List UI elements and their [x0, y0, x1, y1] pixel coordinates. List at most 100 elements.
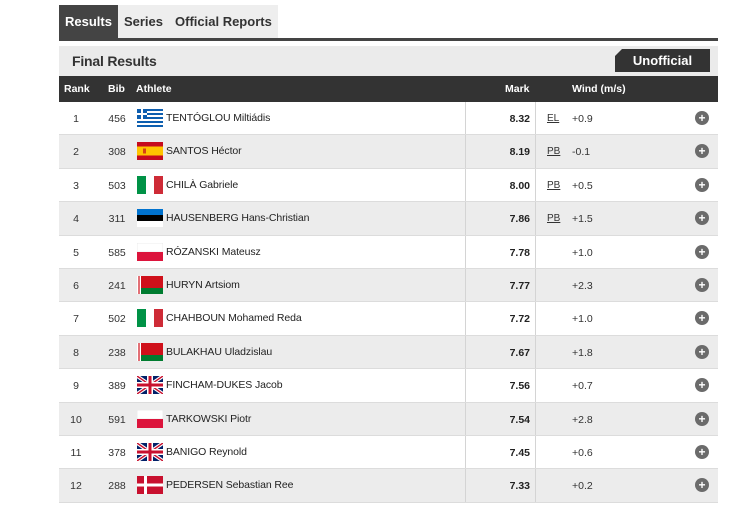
- result-tabs: Results Series Official Reports: [59, 5, 278, 38]
- mark-value: 7.78: [509, 246, 530, 259]
- mark-value: 7.86: [509, 213, 530, 226]
- wind-value: +1.0: [572, 313, 593, 326]
- table-row: 4 311 HAUSENBERG Hans-Christian 7.86 PB +1.5 +: [59, 202, 718, 236]
- mark-value: 8.32: [509, 113, 530, 125]
- record-tag: EL: [547, 113, 560, 124]
- country-flag-icon: [135, 374, 165, 396]
- expand-plus-icon[interactable]: +: [695, 144, 709, 159]
- athlete-name[interactable]: BANIGO Reynold: [166, 446, 247, 458]
- rank-cell: 7: [73, 313, 79, 326]
- rank-cell: 8: [73, 346, 79, 359]
- tab-series[interactable]: Series: [117, 5, 170, 38]
- bib-cell: 311: [108, 213, 126, 226]
- table-row: 1 456 TENTÓGLOU Miltiádis 8.32 EL +0.9 +: [59, 102, 718, 136]
- athlete-name[interactable]: HURYN Artsiom: [166, 279, 240, 291]
- bib-cell: 389: [108, 380, 126, 393]
- wind-value: +0.6: [572, 446, 593, 459]
- col-bib: Bib: [108, 83, 125, 95]
- bib-cell: 378: [108, 446, 126, 459]
- country-flag-icon: [135, 441, 165, 463]
- mark-cell: 7.56: [465, 369, 536, 402]
- wind-value: +2.3: [572, 279, 593, 292]
- mark-cell: 8.32: [465, 102, 536, 135]
- table-row: 10 591 TARKOWSKI Piotr 7.54 +2.8 +: [59, 402, 718, 436]
- wind-value: -0.1: [572, 146, 591, 159]
- record-tag: PB: [547, 179, 561, 191]
- athlete-name[interactable]: CHILÀ Gabriele: [166, 179, 238, 191]
- country-flag-icon: [137, 476, 163, 495]
- wind-value: +0.7: [572, 380, 593, 393]
- tab-results[interactable]: Results: [59, 5, 118, 38]
- rank-cell: 3: [73, 179, 79, 192]
- bib-cell: 585: [108, 246, 126, 259]
- country-flag-icon: [137, 309, 163, 328]
- expand-plus-icon[interactable]: +: [695, 211, 709, 226]
- mark-cell: 7.72: [465, 302, 536, 335]
- athlete-name[interactable]: BULAKHAU Uladzislau: [166, 346, 272, 358]
- table-row: 9 389 FINCHAM-DUKES Jacob 7.56 +0.7 +: [59, 369, 718, 403]
- athlete-name[interactable]: HAUSENBERG Hans-Christian: [166, 212, 309, 224]
- expand-plus-icon[interactable]: +: [695, 244, 709, 259]
- wind-value: +1.8: [572, 346, 593, 359]
- athlete-name[interactable]: RÓZANSKI Mateusz: [166, 246, 261, 258]
- athlete-name[interactable]: FINCHAM-DUKES Jacob: [166, 379, 283, 391]
- bib-cell: 503: [108, 179, 126, 192]
- tab-official-reports[interactable]: Official Reports: [169, 5, 278, 38]
- mark-value: 7.54: [509, 413, 530, 426]
- expand-plus-icon[interactable]: +: [695, 378, 709, 393]
- wind-value: +1.5: [572, 213, 593, 226]
- mark-cell: 7.45: [465, 435, 536, 469]
- expand-plus-icon[interactable]: +: [695, 411, 709, 426]
- table-header: Rank Bib Athlete Mark Wind (m/s): [59, 76, 718, 102]
- mark-cell: 7.78: [465, 235, 536, 268]
- expand-plus-icon[interactable]: +: [695, 478, 709, 493]
- expand-plus-icon[interactable]: +: [695, 111, 709, 125]
- rank-cell: 11: [70, 446, 82, 459]
- rank-cell: 6: [73, 279, 79, 292]
- athlete-name[interactable]: CHAHBOUN Mohamed Reda: [166, 312, 302, 324]
- bib-cell: 241: [108, 279, 126, 292]
- mark-cell: 7.86: [465, 202, 536, 235]
- athlete-name[interactable]: PEDERSEN Sebastian Ree: [166, 479, 293, 491]
- mark-value: 8.19: [509, 146, 530, 159]
- rank-cell: 10: [70, 413, 82, 426]
- expand-plus-icon[interactable]: +: [695, 277, 709, 292]
- mark-value: 7.56: [509, 380, 530, 393]
- expand-plus-icon[interactable]: +: [695, 311, 709, 326]
- country-flag-icon: [137, 142, 163, 161]
- bib-cell: 502: [108, 313, 126, 326]
- country-flag-icon: [136, 242, 164, 261]
- mark-cell: 7.77: [465, 268, 536, 302]
- mark-cell: 7.67: [465, 335, 536, 369]
- country-flag-icon: [137, 275, 163, 294]
- mark-value: 7.72: [509, 313, 530, 326]
- bib-cell: 288: [108, 480, 126, 493]
- bib-cell: 591: [108, 413, 126, 426]
- country-flag-icon: [137, 109, 163, 127]
- record-tag: PB: [547, 213, 561, 225]
- results-header: Final Results Unofficial: [59, 46, 718, 76]
- rank-cell: 12: [70, 480, 82, 493]
- athlete-name[interactable]: TARKOWSKI Piotr: [166, 413, 251, 425]
- table-row: 11 378 BANIGO Reynold 7.45 +0.6 +: [59, 435, 718, 470]
- bib-cell: 456: [108, 113, 126, 125]
- rank-cell: 1: [73, 113, 79, 125]
- athlete-name[interactable]: TENTÓGLOU Miltiádis: [166, 112, 270, 124]
- mark-value: 7.67: [509, 346, 530, 359]
- table-row: 5 585 RÓZANSKI Mateusz 7.78 +1.0 +: [59, 235, 718, 269]
- rank-cell: 9: [73, 380, 79, 393]
- bib-cell: 308: [108, 146, 126, 159]
- athlete-name[interactable]: SANTOS Héctor: [166, 145, 242, 157]
- col-rank: Rank: [64, 83, 90, 95]
- expand-plus-icon[interactable]: +: [695, 344, 709, 359]
- mark-cell: 7.54: [465, 402, 536, 435]
- table-row: 7 502 CHAHBOUN Mohamed Reda 7.72 +1.0 +: [59, 302, 718, 336]
- mark-value: 7.33: [509, 480, 530, 493]
- results-table: 1 456 TENTÓGLOU Miltiádis 8.32 EL +0.9 +2 308 SA…: [59, 102, 718, 503]
- expand-plus-icon[interactable]: +: [695, 444, 709, 459]
- rank-cell: 2: [73, 146, 79, 159]
- country-flag-icon: [137, 342, 163, 361]
- table-row: 6 241 HURYN Artsiom 7.77 +2.3 +: [59, 268, 718, 303]
- rank-cell: 5: [73, 246, 79, 259]
- expand-plus-icon[interactable]: +: [695, 177, 709, 192]
